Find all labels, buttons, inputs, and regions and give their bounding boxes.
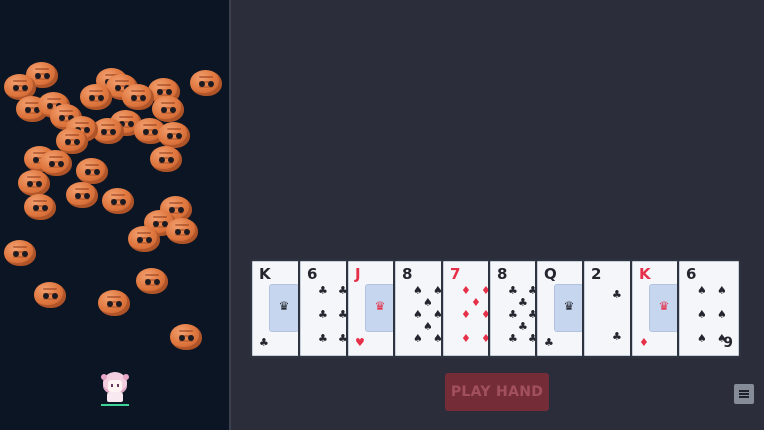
- spades-suit-icon: ♠: [423, 296, 433, 309]
- card-rank: K: [639, 265, 651, 283]
- diamonds-suit-icon: ♦: [639, 336, 649, 349]
- orange-blob-enemy: [24, 194, 56, 220]
- orange-blob-enemy: [152, 96, 184, 122]
- player-health-bar: [101, 404, 129, 406]
- orange-blob-enemy: [98, 290, 130, 316]
- clubs-suit-icon: ♣: [612, 330, 622, 343]
- spades-suit-icon: ♠: [697, 284, 707, 297]
- clubs-suit-icon: ♣: [508, 308, 518, 321]
- orange-blob-enemy: [158, 122, 190, 148]
- diamonds-suit-icon: ♦: [461, 284, 471, 297]
- clubs-suit-icon: ♣: [318, 308, 328, 321]
- face-card-art: ♛: [554, 284, 584, 332]
- orange-blob-enemy: [66, 182, 98, 208]
- spades-suit-icon: ♠: [717, 308, 727, 321]
- crown-icon: ♛: [374, 299, 386, 313]
- battle-arena: [0, 0, 229, 430]
- face-card-art: ♛: [649, 284, 679, 332]
- card-rank: 6: [686, 265, 697, 283]
- clubs-suit-icon: ♣: [518, 320, 528, 333]
- diamonds-suit-icon: ♦: [461, 332, 471, 345]
- clubs-suit-icon: ♣: [612, 288, 622, 301]
- clubs-suit-icon: ♣: [508, 332, 518, 345]
- play-hand-button[interactable]: PLAY HAND: [445, 373, 549, 411]
- orange-blob-enemy: [40, 150, 72, 176]
- orange-blob-enemy: [18, 170, 50, 196]
- clubs-suit-icon: ♣: [518, 296, 528, 309]
- spades-suit-icon: ♠: [413, 332, 423, 345]
- crown-icon: ♛: [278, 299, 290, 313]
- orange-blob-enemy: [34, 282, 66, 308]
- spades-suit-icon: ♠: [413, 308, 423, 321]
- clubs-suit-icon: ♣: [259, 336, 269, 349]
- face-card-art: ♛: [365, 284, 395, 332]
- clubs-suit-icon: ♣: [544, 336, 554, 349]
- crown-icon: ♛: [563, 299, 575, 313]
- card-table: [231, 0, 764, 430]
- orange-blob-enemy: [122, 84, 154, 110]
- card-rank: J: [355, 265, 361, 283]
- orange-blob-enemy: [136, 268, 168, 294]
- hamburger-menu-icon: [739, 390, 749, 392]
- orange-blob-enemy: [4, 240, 36, 266]
- card-rank: K: [259, 265, 271, 283]
- spades-suit-icon: ♠: [697, 332, 707, 345]
- orange-blob-enemy: [102, 188, 134, 214]
- card-rank: 7: [450, 265, 461, 283]
- card-rank-bottom: 9: [723, 335, 733, 351]
- face-card-art: ♛: [269, 284, 299, 332]
- card-rank: 6: [307, 265, 318, 283]
- diamonds-suit-icon: ♦: [471, 296, 481, 309]
- orange-blob-enemy: [150, 146, 182, 172]
- card-rank: 2: [591, 265, 602, 283]
- spades-suit-icon: ♠: [423, 320, 433, 333]
- spades-suit-icon: ♠: [413, 284, 423, 297]
- clubs-suit-icon: ♣: [508, 284, 518, 297]
- spades-suit-icon: ♠: [717, 284, 727, 297]
- clubs-suit-icon: ♣: [318, 284, 328, 297]
- menu-button[interactable]: [734, 384, 754, 404]
- clubs-suit-icon: ♣: [318, 332, 328, 345]
- playing-card[interactable]: 6 ♠ ♠ ♠ ♠ ♠ ♠ 9: [677, 259, 741, 358]
- orange-blob-enemy: [170, 324, 202, 350]
- orange-blob-enemy: [80, 84, 112, 110]
- card-rank: 8: [497, 265, 508, 283]
- orange-blob-enemy: [76, 158, 108, 184]
- card-rank: 8: [402, 265, 413, 283]
- spades-suit-icon: ♠: [697, 308, 707, 321]
- diamonds-suit-icon: ♦: [461, 308, 471, 321]
- orange-blob-enemy: [166, 218, 198, 244]
- orange-blob-enemy: [128, 226, 160, 252]
- player-character: [101, 372, 129, 406]
- crown-icon: ♛: [658, 299, 670, 313]
- orange-blob-enemy: [190, 70, 222, 96]
- card-rank: Q: [544, 265, 557, 283]
- hearts-suit-icon: ♥: [355, 336, 365, 349]
